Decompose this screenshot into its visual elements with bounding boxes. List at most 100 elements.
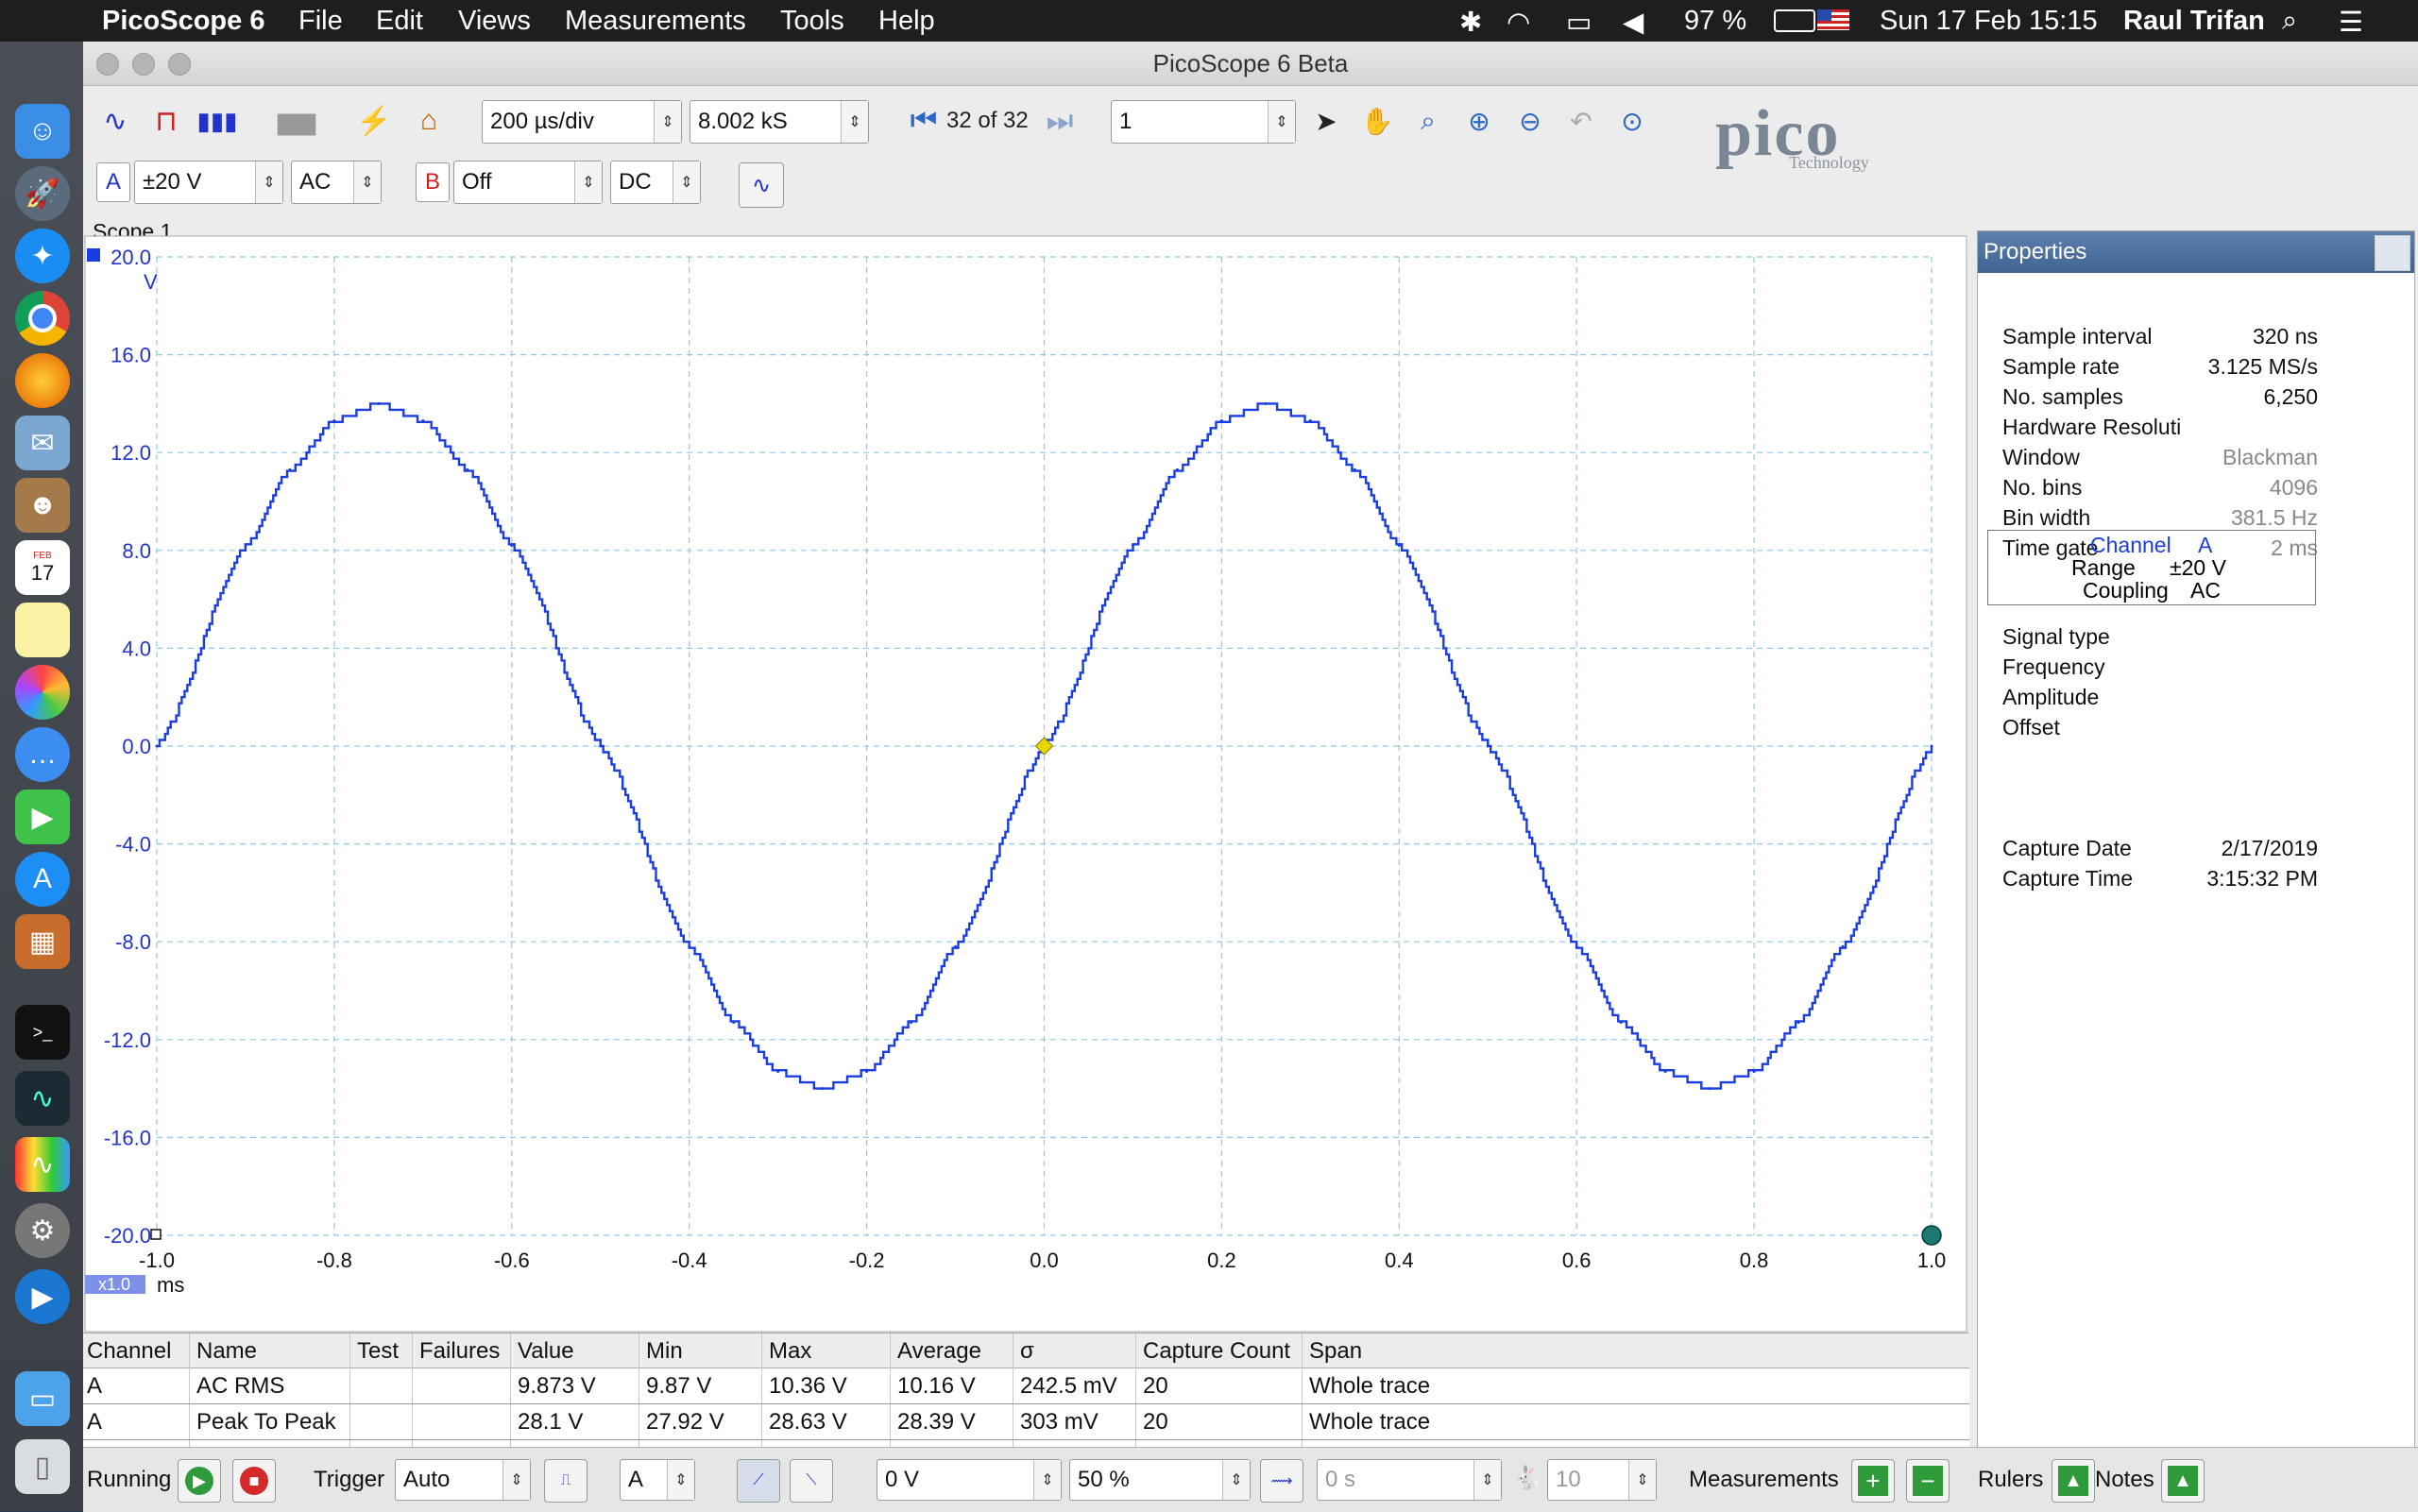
airplay-icon[interactable]: ▭ (1566, 6, 1592, 39)
measurements-column-header: Span (1309, 1338, 1363, 1364)
firefox-icon[interactable] (15, 353, 70, 408)
trigger-delay-field[interactable]: 0 s ⇕ (1317, 1459, 1502, 1501)
holdoff-field[interactable]: 10 ⇕ (1547, 1459, 1657, 1501)
data-point (1663, 1069, 1667, 1073)
spin-arrows-icon[interactable]: ⇕ (1222, 1460, 1250, 1500)
falling-edge-icon[interactable]: ⟍ (790, 1459, 833, 1503)
data-point (510, 544, 514, 548)
properties-header: Properties (1978, 231, 2414, 273)
calendar-icon[interactable]: FEB 17 (15, 540, 70, 595)
pretrigger-field[interactable]: 50 % ⇕ (1069, 1459, 1251, 1501)
measurement-cell: A (87, 1373, 103, 1399)
calendar-month: FEB (33, 550, 52, 561)
system-preferences-icon[interactable]: ⚙ (15, 1203, 70, 1258)
mail-icon[interactable]: ✉ (15, 416, 70, 470)
notes-app-icon[interactable] (15, 603, 70, 657)
channel-info-value: A (2198, 533, 2213, 557)
add-measurement-button[interactable]: + (1851, 1459, 1895, 1503)
axis-offset-handle[interactable] (1921, 1225, 1942, 1246)
user-name[interactable]: Raul Trifan (2123, 6, 2265, 37)
spin-arrows-icon[interactable]: ⇕ (1473, 1460, 1501, 1500)
menu-help[interactable]: Help (878, 6, 935, 37)
holdoff-icon[interactable]: 🐇 (1513, 1465, 1541, 1492)
trigger-threshold-field[interactable]: 0 V ⇕ (877, 1459, 1062, 1501)
frequency-label: Frequency (2002, 654, 2105, 679)
menu-edit[interactable]: Edit (376, 6, 423, 37)
trigger-channel-select[interactable]: A ⇕ (620, 1459, 695, 1501)
coupling-info-label: Coupling (2083, 578, 2169, 603)
chrome-icon[interactable] (15, 291, 70, 346)
quicktime-icon[interactable]: ▶ (15, 1269, 70, 1324)
table-row[interactable] (83, 1439, 1969, 1440)
app-store-icon[interactable]: A (15, 852, 70, 907)
battery-icon[interactable] (1774, 9, 1815, 32)
data-point (1708, 1087, 1711, 1091)
wifi-icon[interactable]: ◠ (1507, 6, 1530, 39)
x-tick-label: -0.4 (672, 1249, 707, 1272)
spin-arrows-icon[interactable]: ⇕ (1033, 1460, 1061, 1500)
contacts-icon[interactable]: ☻ (15, 478, 70, 533)
measurement-cell: 28.39 V (897, 1409, 976, 1435)
finder-icon[interactable]: ☺ (15, 104, 70, 159)
measurements-table[interactable]: Channel Name Test Failures Value Min Max Averag… (83, 1333, 1969, 1476)
advanced-trigger-icon[interactable]: ⎍ (544, 1459, 587, 1503)
launchpad-icon[interactable]: 🚀 (15, 166, 70, 221)
column-divider (412, 1334, 413, 1462)
spotlight-search-icon[interactable]: ⌕ (2282, 6, 2297, 37)
measurements-column-header: σ (1020, 1338, 1034, 1364)
stop-capture-button[interactable]: ■ (232, 1459, 276, 1503)
trash-icon[interactable]: ▯ (15, 1439, 70, 1494)
data-point (954, 944, 958, 948)
spin-arrows-icon[interactable]: ⇕ (667, 1460, 694, 1500)
measurements-column-header: Average (897, 1338, 981, 1364)
volume-icon[interactable]: ◀ (1623, 6, 1643, 39)
messages-icon[interactable]: … (15, 727, 70, 782)
start-capture-button[interactable]: ▶ (178, 1459, 221, 1503)
rulers-button[interactable]: ▲ (2052, 1459, 2095, 1503)
post-trigger-delay-icon[interactable]: ⟿ (1260, 1459, 1303, 1503)
terminal-icon[interactable]: >_ (15, 1005, 70, 1060)
data-point (776, 1069, 780, 1073)
zoom-badge: x1.0 (98, 1275, 130, 1294)
app-menu[interactable]: PicoScope 6 (102, 6, 264, 37)
trigger-mode-select[interactable]: Auto ⇕ (395, 1459, 531, 1501)
menu-measurements[interactable]: Measurements (565, 6, 746, 37)
notes-label: Notes (2095, 1467, 2154, 1492)
calculator-icon[interactable]: ▦ (15, 914, 70, 969)
property-value: 3.125 MS/s (2207, 354, 2318, 379)
notification-center-icon[interactable]: ☰ (2339, 6, 2363, 39)
data-point (288, 467, 292, 471)
safari-icon[interactable]: ✦ (15, 229, 70, 283)
downloads-folder-icon[interactable]: ▭ (15, 1371, 70, 1426)
menu-file[interactable]: File (298, 6, 343, 37)
spin-arrows-icon[interactable]: ⇕ (502, 1460, 530, 1500)
measurement-cell: 303 mV (1020, 1409, 1098, 1435)
measurement-cell: 10.36 V (769, 1373, 847, 1399)
facetime-icon[interactable]: ▶ (15, 790, 70, 844)
measurement-cell: 20 (1143, 1409, 1168, 1435)
remove-measurement-button[interactable]: − (1906, 1459, 1950, 1503)
data-point (1619, 1021, 1623, 1025)
table-row[interactable] (83, 1403, 1969, 1404)
property-label: Sample rate (2002, 354, 2120, 379)
us-flag-icon[interactable] (1817, 9, 1849, 30)
rising-edge-icon[interactable]: ⟋ (737, 1459, 780, 1503)
bluetooth-icon[interactable]: ✱ (1459, 6, 1482, 39)
x-tick-label: 0.8 (1740, 1249, 1769, 1272)
data-point (1796, 1021, 1800, 1025)
properties-close-icon[interactable] (2375, 235, 2410, 271)
scope-plot[interactable]: -1.0 -0.8 -0.6 -0.4 -0.2 0.0 0.2 0.4 0.6 0.8 1.0 20… (83, 42, 1972, 1345)
measurement-cell: A (87, 1409, 103, 1435)
data-point (865, 1069, 869, 1073)
clock[interactable]: Sun 17 Feb 15:15 (1880, 6, 2098, 37)
picoscope-dock-icon[interactable]: ∿ (15, 1137, 70, 1192)
notes-button[interactable]: ▲ (2161, 1459, 2205, 1503)
activity-monitor-icon[interactable]: ∿ (15, 1071, 70, 1126)
measurements-column-header: Value (518, 1338, 574, 1364)
photos-icon[interactable] (15, 665, 70, 720)
menu-tools[interactable]: Tools (780, 6, 844, 37)
menu-views[interactable]: Views (458, 6, 531, 37)
capture-date-value: 2/17/2019 (2221, 836, 2318, 860)
column-divider (189, 1334, 190, 1462)
spin-arrows-icon[interactable]: ⇕ (1628, 1460, 1656, 1500)
